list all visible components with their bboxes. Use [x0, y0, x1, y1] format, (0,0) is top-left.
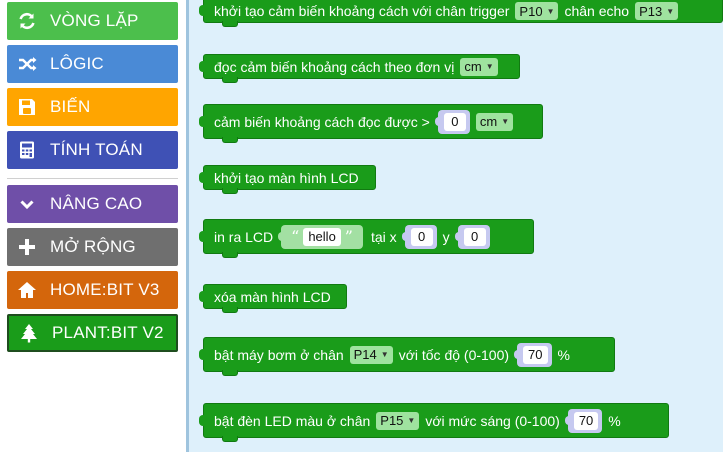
calculator-icon	[16, 139, 38, 161]
block-text: với tốc độ (0-100)	[398, 346, 510, 363]
category-label: BIẾN	[50, 97, 91, 116]
category-label: LÔGIC	[50, 54, 104, 73]
speed-input[interactable]: 70	[523, 345, 548, 364]
block-pump[interactable]: bật máy bơm ở chân P14 ▼ với tốc độ (0-10…	[199, 337, 615, 376]
loop-icon	[16, 10, 38, 32]
category-label: PLANT:BIT V2	[52, 323, 164, 342]
dropdown-value: P13	[639, 3, 663, 19]
number-slot: 0	[434, 109, 470, 134]
category-label: TÍNH TOÁN	[50, 140, 143, 159]
block-text: cảm biến khoảng cách đọc được >	[214, 113, 430, 130]
block-compare-distance[interactable]: cảm biến khoảng cách đọc được > 0 cm ▼	[199, 104, 543, 143]
dropdown-arrow-icon: ▼	[407, 416, 416, 425]
category-homebit[interactable]: HOME:BIT V3	[7, 271, 178, 309]
block-text: khởi tạo màn hình LCD	[214, 169, 359, 186]
block-text: y	[442, 228, 450, 245]
number-slot: 0	[401, 224, 437, 249]
dropdown-value: P10	[519, 3, 543, 19]
block-text: bật đèn LED màu ở chân	[214, 412, 371, 429]
brightness-input[interactable]: 70	[573, 411, 599, 430]
block-text: chân echo	[564, 3, 630, 19]
dropdown-value: cm	[479, 114, 498, 129]
echo-pin-dropdown[interactable]: P13 ▼	[635, 2, 679, 20]
home-icon	[16, 279, 38, 301]
number-input[interactable]: 0	[443, 112, 466, 131]
dropdown-arrow-icon: ▼	[485, 62, 494, 71]
shuffle-icon	[16, 53, 38, 75]
block-led[interactable]: bật đèn LED màu ở chân P15 ▼ với mức sáng…	[199, 403, 669, 442]
category-plantbit[interactable]: PLANT:BIT V2	[7, 314, 178, 352]
dropdown-arrow-icon: ▼	[501, 117, 510, 126]
block-init-distance-sensor[interactable]: khởi tạo cảm biến khoảng cách với chân t…	[199, 0, 723, 27]
category-loops[interactable]: VÒNG LẶP	[7, 2, 178, 40]
block-text: %	[608, 412, 621, 429]
category-advanced[interactable]: NÂNG CAO	[7, 185, 178, 223]
dropdown-arrow-icon: ▼	[380, 350, 389, 359]
block-text: khởi tạo cảm biến khoảng cách với chân t…	[214, 3, 510, 19]
block-clear-lcd[interactable]: xóa màn hình LCD	[199, 284, 347, 313]
string-slot: “ hello ”	[278, 224, 363, 249]
block-init-lcd[interactable]: khởi tạo màn hình LCD	[199, 165, 376, 194]
sidebar-divider	[7, 178, 178, 179]
category-variables[interactable]: BIẾN	[7, 88, 178, 126]
number-slot: 70	[514, 342, 552, 367]
toolbox-sidebar: VÒNG LẶP LÔGIC BIẾN TÍNH TOÁN NÂNG CAO M…	[0, 0, 186, 452]
category-extensions[interactable]: MỞ RỘNG	[7, 228, 178, 266]
block-read-distance-sensor[interactable]: đọc cảm biến khoảng cách theo đơn vị cm ▼	[199, 54, 520, 83]
tree-icon	[18, 322, 40, 344]
block-flyout: khởi tạo cảm biến khoảng cách với chân t…	[189, 0, 723, 452]
y-input[interactable]: 0	[463, 227, 486, 246]
category-label: HOME:BIT V3	[50, 280, 160, 299]
save-icon	[16, 96, 38, 118]
dropdown-value: P14	[353, 347, 377, 362]
dropdown-arrow-icon: ▼	[666, 6, 675, 16]
category-math[interactable]: TÍNH TOÁN	[7, 131, 178, 169]
dropdown-value: cm	[464, 59, 482, 74]
category-label: NÂNG CAO	[50, 194, 143, 213]
unit-dropdown[interactable]: cm ▼	[475, 112, 514, 131]
block-print-lcd[interactable]: in ra LCD “ hello ” tại x 0 y 0	[199, 219, 534, 258]
quote-open-icon: “	[291, 226, 300, 246]
block-text: xóa màn hình LCD	[214, 288, 331, 305]
block-text: với mức sáng (0-100)	[425, 412, 560, 429]
category-label: MỞ RỘNG	[50, 237, 136, 256]
pump-pin-dropdown[interactable]: P14 ▼	[349, 345, 393, 364]
number-slot: 70	[564, 408, 603, 433]
unit-dropdown[interactable]: cm ▼	[460, 57, 498, 76]
block-text: %	[557, 346, 570, 363]
led-pin-dropdown[interactable]: P15 ▼	[376, 411, 420, 430]
dropdown-value: P15	[380, 413, 404, 428]
category-label: VÒNG LẶP	[50, 11, 139, 30]
number-slot: 0	[454, 224, 490, 249]
string-input[interactable]: hello	[303, 227, 341, 246]
trigger-pin-dropdown[interactable]: P10 ▼	[515, 2, 559, 20]
dropdown-arrow-icon: ▼	[546, 6, 555, 16]
quote-close-icon: ”	[344, 226, 353, 246]
x-input[interactable]: 0	[410, 227, 433, 246]
block-text: đọc cảm biến khoảng cách theo đơn vị	[214, 58, 455, 75]
block-text: in ra LCD	[214, 228, 274, 245]
category-logic[interactable]: LÔGIC	[7, 45, 178, 83]
block-text: tại x	[370, 228, 397, 245]
chevron-down-icon	[16, 193, 38, 215]
block-text: bật máy bơm ở chân	[214, 346, 344, 363]
plus-icon	[16, 236, 38, 258]
